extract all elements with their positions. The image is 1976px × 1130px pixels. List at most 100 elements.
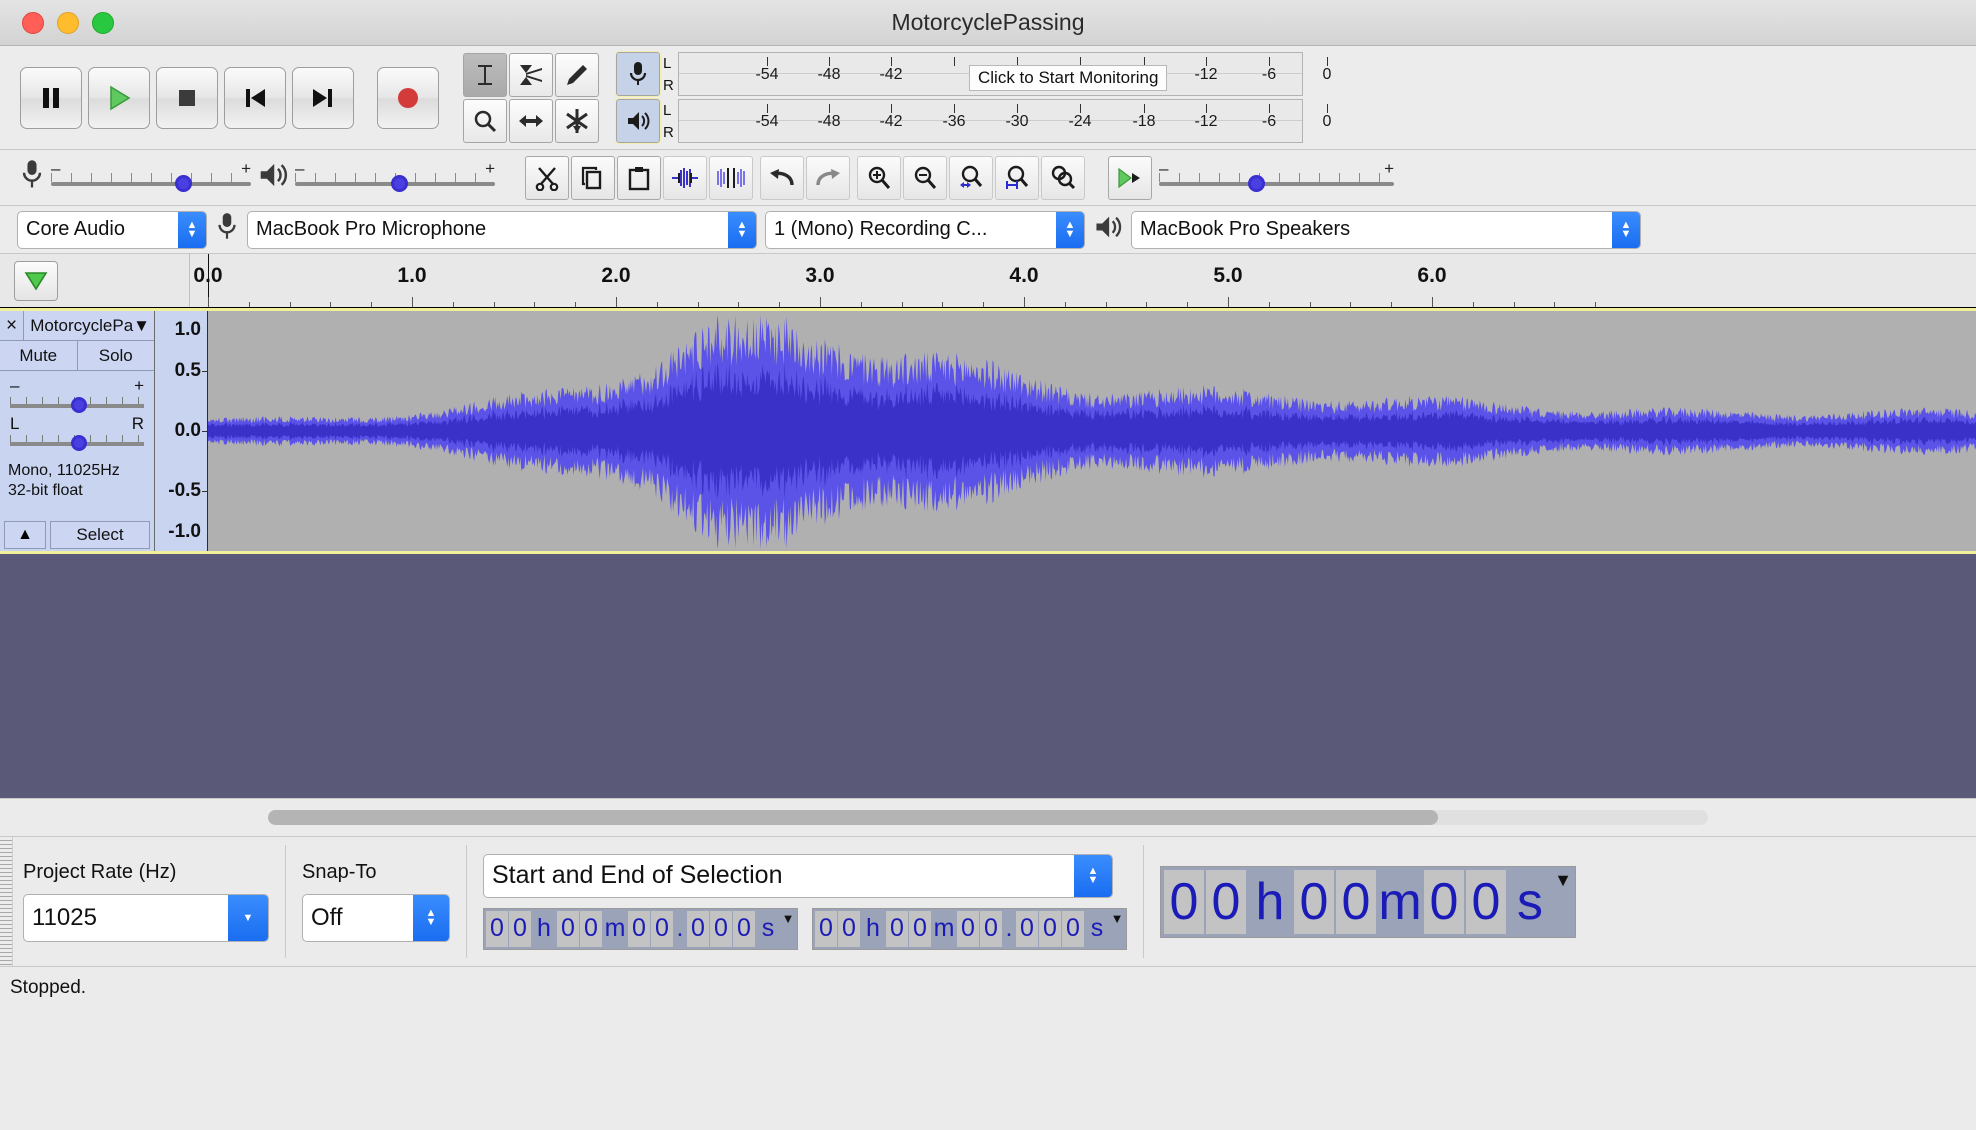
draw-tool-button[interactable] — [555, 52, 599, 97]
record-button[interactable] — [377, 66, 439, 129]
audio-host-select[interactable]: Core Audio ▲ ▼ — [17, 210, 207, 249]
cut-button[interactable] — [525, 155, 569, 200]
vertical-ruler-label: -1.0 — [168, 520, 201, 542]
vertical-ruler-tick — [202, 431, 207, 432]
zoom-tool-button[interactable] — [463, 98, 507, 143]
selection-toolbar-grip[interactable] — [0, 837, 13, 966]
paste-button[interactable] — [617, 155, 661, 200]
recording-volume-slider[interactable]: – + — [51, 159, 251, 195]
close-track-button[interactable]: × — [0, 311, 25, 340]
time-digit[interactable]: 0 — [980, 910, 1002, 947]
microphone-icon[interactable] — [615, 51, 661, 97]
time-digit[interactable]: 0 — [838, 910, 860, 947]
stop-button[interactable] — [156, 66, 218, 129]
time-digit[interactable]: 0 — [1062, 910, 1084, 947]
time-digit[interactable]: 0 — [486, 910, 508, 947]
ruler-minor-tick — [1595, 302, 1597, 307]
time-dropdown-arrow-icon[interactable]: ▼ — [781, 910, 795, 947]
horizontal-scrollbar[interactable] — [268, 810, 1708, 825]
skip-to-end-button[interactable] — [292, 66, 354, 129]
mute-button[interactable]: Mute — [0, 341, 77, 370]
time-digit[interactable]: 0 — [1294, 869, 1334, 934]
pinned-play-head-button[interactable] — [14, 260, 58, 301]
scrollbar-thumb[interactable] — [268, 810, 1438, 825]
redo-button[interactable] — [806, 155, 850, 200]
time-digit[interactable]: 0 — [687, 910, 709, 947]
silence-audio-button[interactable] — [709, 155, 753, 200]
track-name-dropdown[interactable]: MotorcyclePa ▼ — [24, 311, 154, 340]
time-digit[interactable]: 0 — [628, 910, 650, 947]
selection-mode-select[interactable]: Start and End of Selection ▲ ▼ — [483, 853, 1113, 898]
vertical-ruler-label: -0.5 — [168, 480, 201, 501]
audio-position-time[interactable]: 0 0 h 0 0 m 0 0 s ▼ — [1160, 865, 1576, 938]
ruler-minor-tick — [493, 302, 495, 307]
undo-button[interactable] — [760, 155, 804, 200]
time-digit[interactable]: 0 — [1424, 869, 1464, 934]
snap-to-select[interactable]: Off ▲ ▼ — [302, 894, 450, 942]
chevron-down-icon: ▼ — [228, 895, 268, 941]
time-digit[interactable]: 0 — [886, 910, 908, 947]
skip-to-start-button[interactable] — [224, 66, 286, 129]
track-pan-slider[interactable]: L R — [8, 414, 146, 453]
time-dropdown-arrow-icon[interactable]: ▼ — [1110, 910, 1124, 947]
time-digit[interactable]: 0 — [1039, 910, 1061, 947]
time-shift-tool-button[interactable] — [509, 98, 553, 143]
ruler-minor-tick — [289, 302, 291, 307]
time-digit[interactable]: 0 — [1016, 910, 1038, 947]
playback-speed-slider[interactable]: – + — [1159, 159, 1394, 195]
pause-button[interactable] — [20, 66, 82, 129]
time-digit[interactable]: 0 — [957, 910, 979, 947]
waveform-display[interactable] — [208, 311, 1976, 551]
time-digit[interactable]: 0 — [1336, 869, 1376, 934]
start-monitoring-tooltip[interactable]: Click to Start Monitoring — [969, 65, 1168, 91]
copy-button[interactable] — [571, 155, 615, 200]
envelope-tool-button[interactable] — [509, 52, 553, 97]
time-unit-hours: h — [1248, 869, 1292, 934]
time-digit[interactable]: 0 — [1164, 869, 1204, 934]
collapse-track-button[interactable]: ▲ — [4, 521, 46, 549]
time-dropdown-arrow-icon[interactable]: ▼ — [1554, 869, 1572, 934]
speaker-icon[interactable] — [615, 98, 661, 144]
time-digit[interactable]: 0 — [1466, 869, 1506, 934]
trim-audio-button[interactable] — [663, 155, 707, 200]
selection-end-time[interactable]: 0 0 h 0 0 m 0 0 . 0 0 0 s ▼ — [812, 907, 1127, 950]
select-track-button[interactable]: Select — [50, 521, 150, 549]
project-rate-select[interactable]: 11025 ▼ — [23, 894, 269, 942]
recording-device-select[interactable]: MacBook Pro Microphone ▲ ▼ — [247, 210, 757, 249]
recording-meter-bars[interactable]: -54 -48 -42 -18 -12 -6 0 Click to Start … — [678, 52, 1331, 96]
time-digit[interactable]: 0 — [733, 910, 755, 947]
zoom-toggle-button[interactable] — [1041, 155, 1085, 200]
fit-selection-button[interactable] — [949, 155, 993, 200]
device-toolbar-row: Core Audio ▲ ▼ MacBook Pro Microphone ▲ ▼ … — [0, 206, 1976, 254]
play-button[interactable] — [88, 66, 150, 129]
zoom-out-button[interactable] — [903, 155, 947, 200]
solo-button[interactable]: Solo — [76, 341, 154, 370]
zoom-in-button[interactable] — [857, 155, 901, 200]
meter-tick-label: -42 — [879, 66, 903, 83]
time-digit[interactable]: 0 — [815, 910, 837, 947]
time-digit[interactable]: 0 — [710, 910, 732, 947]
playback-device-select[interactable]: MacBook Pro Speakers ▲ ▼ — [1131, 210, 1641, 249]
meter-channel-l: L — [663, 101, 672, 119]
playback-meter-bars[interactable]: -54 -48 -42 -36 -30 -24 -18 -12 -6 0 — [678, 99, 1331, 143]
time-digit[interactable]: 0 — [651, 910, 673, 947]
selection-tool-button[interactable] — [463, 52, 507, 97]
playback-volume-slider[interactable]: – + — [295, 159, 495, 195]
ruler-minor-tick — [697, 302, 699, 307]
recording-channels-select[interactable]: 1 (Mono) Recording C... ▲ ▼ — [765, 210, 1085, 249]
fit-project-button[interactable] — [995, 155, 1039, 200]
time-digit[interactable]: 0 — [580, 910, 602, 947]
meter-tick-label: -12 — [1194, 66, 1218, 83]
ruler-minor-tick — [656, 302, 658, 307]
time-digit[interactable]: 0 — [509, 910, 531, 947]
multi-tool-button[interactable] — [555, 98, 599, 143]
time-digit[interactable]: 0 — [1206, 869, 1246, 934]
time-digit[interactable]: 0 — [909, 910, 931, 947]
timeline-ruler[interactable]: 0.0 1.0 2.0 3.0 4.0 5.0 6.0 — [190, 254, 1976, 307]
time-digit[interactable]: 0 — [557, 910, 579, 947]
chevron-updown-icon: ▲ ▼ — [1056, 211, 1084, 248]
play-at-speed-button[interactable] — [1108, 155, 1152, 200]
selection-start-time[interactable]: 0 0 h 0 0 m 0 0 . 0 0 0 s ▼ — [483, 907, 798, 950]
project-rate-section: Project Rate (Hz) 11025 ▼ — [13, 837, 279, 966]
track-gain-slider[interactable]: – + — [8, 376, 146, 415]
